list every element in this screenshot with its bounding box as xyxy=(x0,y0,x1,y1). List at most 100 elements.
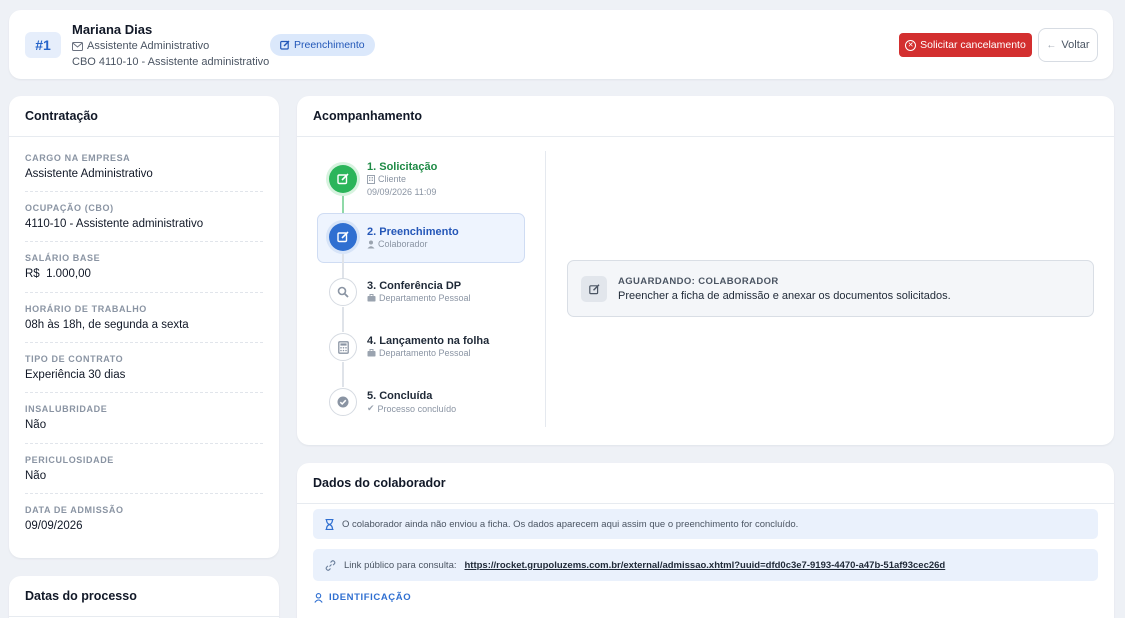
public-link-label: Link público para consulta: xyxy=(344,559,457,571)
divider xyxy=(25,292,263,293)
divider xyxy=(297,503,1114,504)
step-2-actor: Colaborador xyxy=(367,239,428,249)
employee-role-text: Assistente Administrativo xyxy=(87,40,210,52)
field-label: Ocupação (CBO) xyxy=(25,203,114,213)
step-4-status xyxy=(329,333,357,361)
identification-section-label: IDENTIFICAÇÃO xyxy=(329,592,412,603)
divider xyxy=(25,191,263,192)
public-link-box: Link público para consulta: https://rock… xyxy=(313,549,1098,581)
field-label: Insalubridade xyxy=(25,404,108,414)
field-tipo-contrato: Tipo de contrato Experiência 30 dias xyxy=(25,354,263,381)
edit-icon xyxy=(337,173,349,185)
field-cbo: Ocupação (CBO) 4110-10 - Assistente admi… xyxy=(25,203,263,230)
step-5-status xyxy=(329,388,357,416)
employee-cbo: CBO 4110-10 - Assistente administrativo xyxy=(72,56,270,68)
hourglass-icon xyxy=(325,518,334,530)
envelope-icon xyxy=(72,41,83,51)
field-label: Tipo de contrato xyxy=(25,354,124,364)
check-icon: ✔ xyxy=(367,403,375,413)
awaiting-panel: AGUARDANDO: COLABORADOR Preencher a fich… xyxy=(567,260,1094,317)
user-icon xyxy=(314,592,323,603)
process-header: #1 Mariana Dias Assistente Administrativ… xyxy=(9,10,1113,79)
field-value: R$ 1.000,00 xyxy=(25,268,91,280)
field-value: Assistente Administrativo xyxy=(25,168,153,180)
back-button[interactable]: ← Voltar xyxy=(1038,28,1098,62)
field-insalubridade: Insalubridade Não xyxy=(25,404,263,431)
divider xyxy=(297,136,1114,137)
process-dates-card: Datas do processo xyxy=(9,576,279,618)
calculator-icon xyxy=(337,340,349,354)
step-1-date: 09/09/2026 11:09 xyxy=(367,187,437,197)
identification-section[interactable]: IDENTIFICAÇÃO xyxy=(314,592,411,603)
field-label: Periculosidade xyxy=(25,455,114,465)
pending-notice: O colaborador ainda não enviou a ficha. … xyxy=(313,509,1098,539)
step-connector xyxy=(342,362,344,387)
status-badge: Preenchimento xyxy=(270,34,375,56)
step-5-actor-text: Processo concluído xyxy=(377,403,457,414)
arrow-left-icon: ← xyxy=(1046,39,1057,51)
close-circle-icon: ✕ xyxy=(905,39,917,51)
step-3-status xyxy=(329,278,357,306)
step-1-title: 1. Solicitação xyxy=(367,161,438,173)
pending-notice-text: O colaborador ainda não enviou a ficha. … xyxy=(342,518,799,530)
cancel-request-button[interactable]: ✕ Solicitar cancelamento xyxy=(899,33,1032,57)
step-3-title: 3. Conferência DP xyxy=(367,280,462,292)
field-label: Data de admissão xyxy=(25,505,124,515)
field-value: 08h às 18h, de segunda a sexta xyxy=(25,319,189,331)
divider xyxy=(9,136,279,137)
step-2-status xyxy=(329,223,357,251)
employee-role: Assistente Administrativo xyxy=(72,40,209,52)
field-value: Não xyxy=(25,419,47,431)
step-4-actor-text: Departamento Pessoal xyxy=(379,348,471,358)
tracking-title: Acompanhamento xyxy=(313,109,423,123)
step-1-actor-text: Cliente xyxy=(378,174,407,184)
divider xyxy=(545,151,546,427)
status-badge-text: Preenchimento xyxy=(294,39,365,51)
field-horario: Horário de trabalho 08h às 18h, de segun… xyxy=(25,304,263,331)
field-value: 09/09/2026 xyxy=(25,520,83,532)
building-icon xyxy=(367,174,375,184)
step-4-title: 4. Lançamento na folha xyxy=(367,335,490,347)
step-5-actor: ✔ Processo concluído xyxy=(367,403,456,414)
field-label: Salário base xyxy=(25,253,101,263)
employee-name: Mariana Dias xyxy=(72,22,153,37)
employee-data-title: Dados do colaborador xyxy=(313,476,446,490)
divider xyxy=(25,443,263,444)
step-1-actor: Cliente xyxy=(367,174,406,184)
divider xyxy=(25,493,263,494)
step-3-actor-text: Departamento Pessoal xyxy=(379,293,471,303)
field-value: 4110-10 - Assistente administrativo xyxy=(25,218,204,230)
field-value: Não xyxy=(25,470,47,482)
step-2-actor-text: Colaborador xyxy=(378,239,428,249)
search-icon xyxy=(337,286,349,298)
process-id-badge: #1 xyxy=(25,32,61,58)
contract-title: Contratação xyxy=(25,109,98,123)
field-value: Experiência 30 dias xyxy=(25,369,126,381)
edit-icon xyxy=(581,276,607,302)
divider xyxy=(9,616,279,617)
step-2-title: 2. Preenchimento xyxy=(367,226,459,238)
cancel-request-label: Solicitar cancelamento xyxy=(920,39,1026,51)
field-data-admissao: Data de admissão 09/09/2026 xyxy=(25,505,263,532)
field-label: Cargo na empresa xyxy=(25,153,131,163)
contract-card: Contratação Cargo na empresa Assistente … xyxy=(9,96,279,558)
public-link-url[interactable]: https://rocket.grupoluzems.com.br/extern… xyxy=(465,560,946,571)
process-dates-title: Datas do processo xyxy=(25,589,137,603)
step-1-status xyxy=(329,165,357,193)
step-4-actor: Departamento Pessoal xyxy=(367,348,471,358)
user-icon xyxy=(367,240,375,248)
edit-icon xyxy=(280,40,290,50)
divider xyxy=(25,392,263,393)
awaiting-text: Preencher a ficha de admissão e anexar o… xyxy=(618,290,951,302)
awaiting-title: AGUARDANDO: COLABORADOR xyxy=(618,276,779,287)
employee-data-card: Dados do colaborador O colaborador ainda… xyxy=(297,463,1114,618)
back-label: Voltar xyxy=(1061,39,1090,51)
edit-icon xyxy=(337,231,349,243)
field-periculosidade: Periculosidade Não xyxy=(25,455,263,482)
divider xyxy=(25,342,263,343)
check-circle-icon xyxy=(337,396,349,408)
tracking-card: Acompanhamento 1. Solicitação Cliente 09… xyxy=(297,96,1114,445)
step-5-title: 5. Concluída xyxy=(367,390,433,402)
step-3-actor: Departamento Pessoal xyxy=(367,293,471,303)
field-cargo: Cargo na empresa Assistente Administrati… xyxy=(25,153,263,180)
